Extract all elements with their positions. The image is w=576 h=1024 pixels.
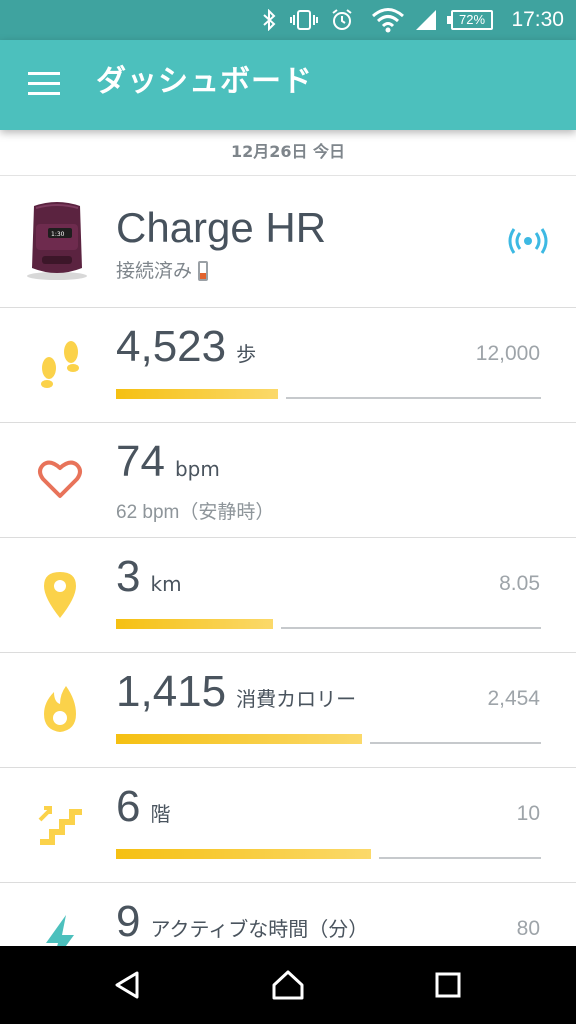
battery-icon: 72% bbox=[447, 10, 493, 30]
recents-icon[interactable] bbox=[408, 946, 488, 1024]
stat-row-steps[interactable]: 4,523 歩 12,000 bbox=[0, 308, 576, 423]
app-bar: ダッシュボード bbox=[0, 40, 576, 130]
stairs-icon bbox=[34, 798, 86, 850]
hamburger-menu-icon[interactable] bbox=[28, 72, 60, 96]
flame-icon bbox=[34, 683, 86, 735]
progress-bar bbox=[116, 849, 541, 859]
svg-text:1:30: 1:30 bbox=[51, 231, 65, 238]
date-header: 12月26日 今日 bbox=[0, 130, 576, 176]
stat-goal: 12,000 bbox=[475, 342, 540, 365]
navigation-bar bbox=[0, 946, 576, 1024]
progress-bar bbox=[116, 734, 541, 744]
home-icon[interactable] bbox=[248, 946, 328, 1024]
page-title: ダッシュボード bbox=[96, 64, 313, 99]
alarm-icon bbox=[328, 0, 356, 40]
stat-value: 6階 bbox=[116, 782, 171, 831]
stat-unit: 歩 bbox=[236, 342, 257, 366]
stat-value: 3 km bbox=[116, 552, 182, 601]
resting-heart-rate: 62 bpm（安静時） bbox=[116, 502, 275, 523]
device-row[interactable]: 1:30 Charge HR 接続済み bbox=[0, 176, 576, 308]
vibrate-icon bbox=[288, 0, 320, 40]
heart-icon bbox=[34, 453, 86, 505]
stat-unit: bpm bbox=[174, 457, 220, 481]
device-status: 接続済み bbox=[116, 256, 209, 283]
stat-unit: km bbox=[150, 572, 182, 596]
device-battery-icon bbox=[198, 261, 209, 281]
bluetooth-icon bbox=[259, 0, 279, 40]
location-pin-icon bbox=[34, 568, 86, 620]
stat-goal: 8.05 bbox=[499, 572, 540, 595]
stat-goal: 10 bbox=[516, 802, 540, 825]
stat-value: 4,523 歩 bbox=[116, 322, 257, 371]
clock: 17:30 bbox=[511, 8, 564, 31]
wifi-icon bbox=[370, 0, 406, 40]
stat-unit: 消費カロリー bbox=[236, 687, 357, 711]
footsteps-icon bbox=[34, 338, 86, 390]
stat-unit: 階 bbox=[150, 802, 171, 826]
stat-row-calories[interactable]: 1,415 消費カロリー 2,454 bbox=[0, 653, 576, 768]
stat-value: 1,415 消費カロリー bbox=[116, 667, 357, 716]
sync-signal-icon[interactable] bbox=[508, 226, 548, 256]
progress-bar bbox=[116, 389, 541, 399]
back-icon[interactable] bbox=[88, 946, 168, 1024]
stat-unit: アクティブな時間（分） bbox=[150, 917, 369, 941]
stat-value: 74 bpm bbox=[116, 437, 220, 486]
stat-value: 9 アクティブな時間（分） bbox=[116, 897, 369, 946]
stat-goal: 2,454 bbox=[487, 687, 540, 710]
stat-goal: 80 bbox=[516, 917, 540, 940]
stat-row-heart-rate[interactable]: 74 bpm 62 bpm（安静時） bbox=[0, 423, 576, 538]
device-name: Charge HR bbox=[116, 204, 327, 251]
stat-row-distance[interactable]: 3 km 8.05 bbox=[0, 538, 576, 653]
tracker-band-icon: 1:30 bbox=[22, 198, 92, 282]
stat-row-floors[interactable]: 6階 10 bbox=[0, 768, 576, 883]
signal-icon bbox=[412, 0, 440, 40]
status-bar: 72% 17:30 bbox=[0, 0, 576, 40]
progress-bar bbox=[116, 619, 541, 629]
